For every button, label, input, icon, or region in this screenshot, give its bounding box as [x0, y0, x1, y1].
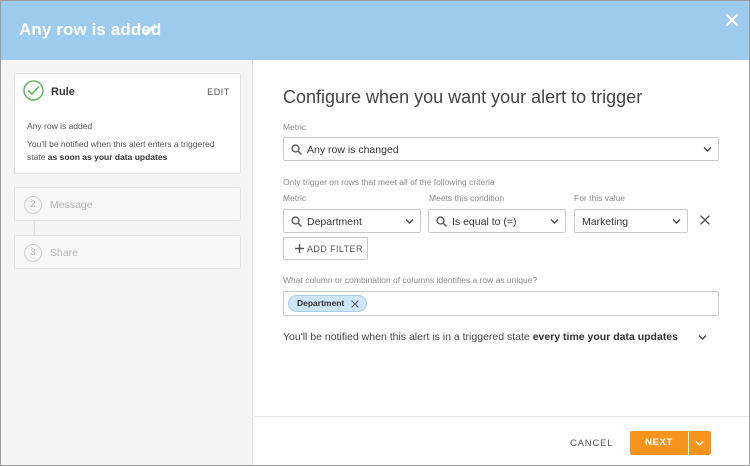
metric-value: Any row is changed	[307, 144, 399, 156]
next-button[interactable]: NEXT	[630, 431, 688, 455]
filter-value-select[interactable]: Marketing	[574, 209, 688, 233]
chevron-down-icon	[695, 440, 704, 447]
column-tag-label: Department	[297, 298, 345, 308]
step-rule: Rule EDIT Any row is added You'll be not…	[14, 73, 241, 174]
metric-label: Metric	[283, 122, 307, 132]
filter-value-label: For this value	[574, 193, 626, 203]
step-share-label: Share	[50, 247, 79, 259]
filter-condition-value: Is equal to (=)	[452, 216, 517, 228]
close-icon[interactable]	[723, 11, 741, 29]
chevron-down-icon	[405, 219, 414, 224]
step-share-number: 3	[24, 244, 42, 262]
page-title: Configure when you want your alert to tr…	[283, 87, 643, 107]
rule-description: Any row is added	[27, 121, 93, 131]
notify-frequency[interactable]: every time your data updates	[533, 331, 678, 343]
edit-rule-button[interactable]: EDIT	[207, 87, 230, 97]
notify-text: You'll be notified when this alert is in…	[283, 331, 533, 343]
chevron-down-icon[interactable]	[698, 334, 707, 341]
search-icon	[291, 216, 302, 227]
filter-metric-select[interactable]: Department	[283, 209, 421, 233]
dialog-title: Any row is added	[19, 20, 162, 39]
dialog-header: Any row is added	[1, 1, 749, 60]
step-rule-label: Rule	[51, 86, 75, 98]
unique-label: What column or combination of columns id…	[283, 275, 538, 285]
pencil-icon[interactable]	[143, 23, 157, 37]
rule-note: You'll be notified when this alert enter…	[27, 138, 232, 164]
add-filter-label: ADD FILTER	[307, 244, 363, 254]
notify-summary: You'll be notified when this alert is in…	[283, 331, 678, 343]
step-share[interactable]: 3 Share	[14, 235, 241, 269]
remove-tag-icon[interactable]	[351, 300, 359, 308]
search-icon	[436, 216, 447, 227]
filter-metric-label: Metric	[283, 193, 307, 203]
column-tag: Department	[288, 295, 368, 312]
alert-dialog: Any row is added Rule EDIT Any row is ad…	[0, 0, 750, 466]
steps-panel: Rule EDIT Any row is added You'll be not…	[1, 60, 253, 465]
remove-filter-icon[interactable]	[699, 214, 711, 226]
chevron-down-icon	[703, 147, 712, 152]
metric-select[interactable]: Any row is changed	[283, 137, 719, 161]
plus-icon	[295, 244, 304, 253]
step-message[interactable]: 2 Message	[14, 187, 241, 221]
filter-condition-label: Meets this condition	[429, 193, 505, 203]
chevron-down-icon	[550, 219, 559, 224]
filter-condition-select[interactable]: Is equal to (=)	[428, 209, 566, 233]
chevron-down-icon	[672, 219, 681, 224]
rule-config-panel: Configure when you want your alert to tr…	[254, 60, 749, 465]
filter-metric-value: Department	[307, 216, 362, 228]
cancel-button[interactable]: CANCEL	[570, 438, 613, 449]
criteria-label: Only trigger on rows that meet all of th…	[283, 177, 495, 187]
rule-note-bold: as soon as your data updates	[47, 152, 168, 162]
step-message-label: Message	[50, 199, 93, 211]
next-options-button[interactable]	[689, 431, 711, 455]
search-icon	[291, 144, 302, 155]
step-message-number: 2	[24, 196, 42, 214]
add-filter-button[interactable]: ADD FILTER	[283, 237, 368, 260]
filter-value-value: Marketing	[582, 216, 629, 228]
unique-columns-input[interactable]: Department	[283, 291, 719, 316]
check-circle-icon	[23, 80, 44, 101]
dialog-footer: CANCEL NEXT	[254, 416, 749, 465]
